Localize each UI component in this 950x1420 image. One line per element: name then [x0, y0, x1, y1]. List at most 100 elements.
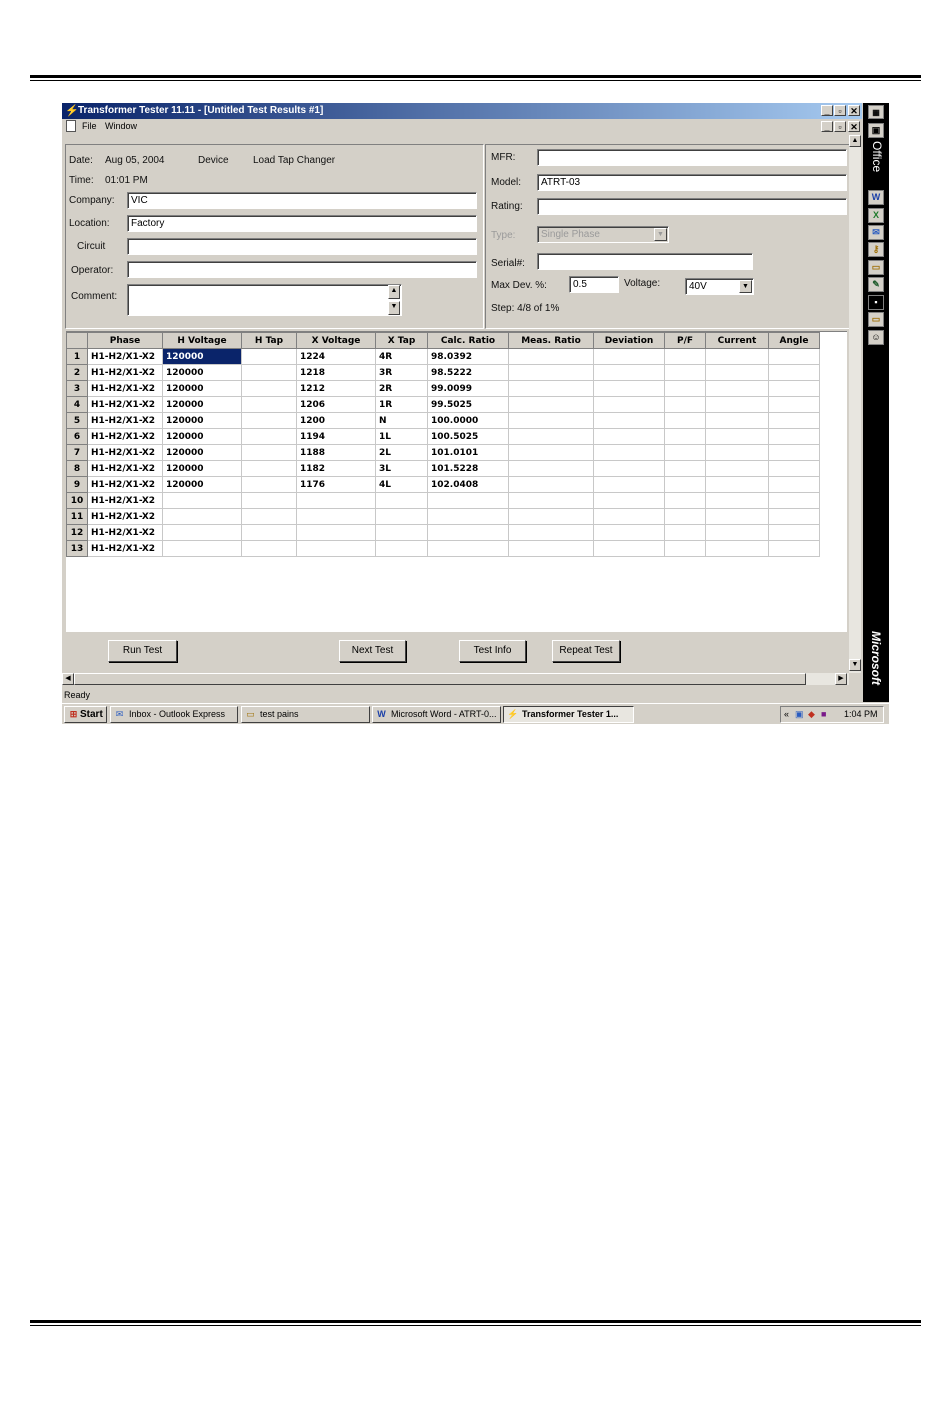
grid-cell[interactable]: [664, 492, 706, 509]
grid-cell[interactable]: [375, 540, 428, 557]
grid-cell[interactable]: 120000: [162, 348, 242, 365]
clock[interactable]: 1:04 PM: [844, 709, 878, 719]
grid-cell[interactable]: 120000: [162, 460, 242, 477]
grid-cell[interactable]: [508, 508, 594, 525]
grid-cell[interactable]: H1-H2/X1-X2: [87, 476, 163, 493]
grid-cell[interactable]: H1-H2/X1-X2: [87, 540, 163, 557]
grid-cell[interactable]: [768, 540, 820, 557]
horizontal-scrollbar[interactable]: ◀ ▶: [62, 673, 849, 685]
grid-cell[interactable]: [241, 492, 297, 509]
grid-cell[interactable]: [768, 348, 820, 365]
messenger-icon[interactable]: ■: [821, 709, 826, 719]
grid-cell[interactable]: 101.5228: [427, 460, 509, 477]
folder-2-icon[interactable]: ▭: [868, 312, 884, 327]
excel-icon[interactable]: X: [868, 208, 884, 223]
grid-cell[interactable]: [241, 540, 297, 557]
grid-cell[interactable]: [593, 476, 665, 493]
grid-cell[interactable]: [768, 460, 820, 477]
taskbar-item-word[interactable]: W Microsoft Word - ATRT-0...: [372, 706, 501, 723]
grid-cell[interactable]: [664, 508, 706, 525]
grid-cell[interactable]: [162, 492, 242, 509]
assistant-icon[interactable]: ☺: [868, 330, 884, 345]
grid-cell[interactable]: [508, 348, 594, 365]
grid-cell[interactable]: 98.5222: [427, 364, 509, 381]
grid-cell[interactable]: 99.5025: [427, 396, 509, 413]
grid-cell[interactable]: [768, 396, 820, 413]
word-icon[interactable]: W: [868, 190, 884, 205]
taskbar-item-folder[interactable]: ▭ test pains: [241, 706, 370, 723]
close-button[interactable]: ✕: [848, 105, 860, 116]
comment-scroll-up[interactable]: ▲: [388, 285, 400, 299]
grid-cell[interactable]: [241, 508, 297, 525]
comment-field[interactable]: [127, 284, 402, 316]
grid-cell[interactable]: 120000: [162, 364, 242, 381]
restore-button[interactable]: ▫: [834, 105, 846, 116]
grid-cell[interactable]: [241, 364, 297, 381]
office-menu-icon[interactable]: ▦: [868, 105, 884, 119]
table-row[interactable]: 4 H1-H2/X1-X2 120000 1206 1R 99.5025: [66, 396, 820, 413]
outlook-icon[interactable]: ✉: [868, 225, 884, 240]
grid-cell[interactable]: [705, 540, 769, 557]
row-header[interactable]: 2: [66, 364, 88, 381]
voltage-select[interactable]: 40V ▼: [685, 278, 754, 295]
repeat-test-button[interactable]: Repeat Test: [552, 640, 620, 662]
grid-cell[interactable]: 1218: [296, 364, 376, 381]
scroll-left-arrow-icon[interactable]: ◀: [62, 673, 74, 685]
grid-cell[interactable]: [593, 524, 665, 541]
grid-cell[interactable]: [705, 396, 769, 413]
table-row[interactable]: 11 H1-H2/X1-X2: [66, 508, 820, 525]
grid-cell[interactable]: [664, 460, 706, 477]
grid-cell[interactable]: [705, 428, 769, 445]
grid-cell[interactable]: [768, 508, 820, 525]
grid-cell[interactable]: [705, 508, 769, 525]
grid-cell[interactable]: [593, 444, 665, 461]
column-header-calc-ratio[interactable]: Calc. Ratio: [427, 332, 509, 349]
grid-cell[interactable]: [241, 428, 297, 445]
grid-cell[interactable]: [664, 412, 706, 429]
grid-cell[interactable]: [296, 524, 376, 541]
grid-cell[interactable]: [241, 444, 297, 461]
serial-field[interactable]: [537, 253, 753, 270]
circuit-field[interactable]: [127, 238, 477, 255]
row-header[interactable]: 13: [66, 540, 88, 557]
row-header[interactable]: 12: [66, 524, 88, 541]
grid-cell[interactable]: [296, 508, 376, 525]
grid-cell[interactable]: [508, 524, 594, 541]
grid-cell[interactable]: [427, 508, 509, 525]
grid-cell[interactable]: 1224: [296, 348, 376, 365]
grid-cell[interactable]: 98.0392: [427, 348, 509, 365]
grid-cell[interactable]: [593, 364, 665, 381]
grid-cell[interactable]: [593, 508, 665, 525]
menu-file[interactable]: File: [82, 121, 97, 131]
grid-cell[interactable]: 4R: [375, 348, 428, 365]
grid-cell[interactable]: [664, 396, 706, 413]
grid-cell[interactable]: [705, 492, 769, 509]
network-icon[interactable]: ▣: [795, 709, 804, 720]
grid-cell[interactable]: [593, 380, 665, 397]
table-row[interactable]: 5 H1-H2/X1-X2 120000 1200 N 100.0000: [66, 412, 820, 429]
grid-cell[interactable]: [508, 476, 594, 493]
grid-cell[interactable]: 1212: [296, 380, 376, 397]
row-header[interactable]: 8: [66, 460, 88, 477]
column-header-x-voltage[interactable]: X Voltage: [296, 332, 376, 349]
grid-cell[interactable]: H1-H2/X1-X2: [87, 364, 163, 381]
table-row[interactable]: 7 H1-H2/X1-X2 120000 1188 2L 101.0101: [66, 444, 820, 461]
grid-cell[interactable]: 2R: [375, 380, 428, 397]
grid-cell[interactable]: [768, 476, 820, 493]
child-restore-button[interactable]: ▫: [834, 121, 846, 132]
company-field[interactable]: VIC: [127, 192, 477, 209]
scroll-right-arrow-icon[interactable]: ▶: [835, 673, 847, 685]
grid-cell[interactable]: [296, 492, 376, 509]
location-field[interactable]: Factory: [127, 215, 477, 232]
voltage-dropdown-arrow-icon[interactable]: ▼: [739, 280, 752, 293]
grid-cell[interactable]: [705, 380, 769, 397]
antivirus-icon[interactable]: ◆: [808, 709, 815, 720]
grid-cell[interactable]: H1-H2/X1-X2: [87, 444, 163, 461]
grid-cell[interactable]: 1188: [296, 444, 376, 461]
grid-cell[interactable]: [508, 428, 594, 445]
row-header[interactable]: 6: [66, 428, 88, 445]
grid-cell[interactable]: H1-H2/X1-X2: [87, 428, 163, 445]
grid-cell[interactable]: [664, 428, 706, 445]
grid-cell[interactable]: 2L: [375, 444, 428, 461]
grid-cell[interactable]: [705, 460, 769, 477]
